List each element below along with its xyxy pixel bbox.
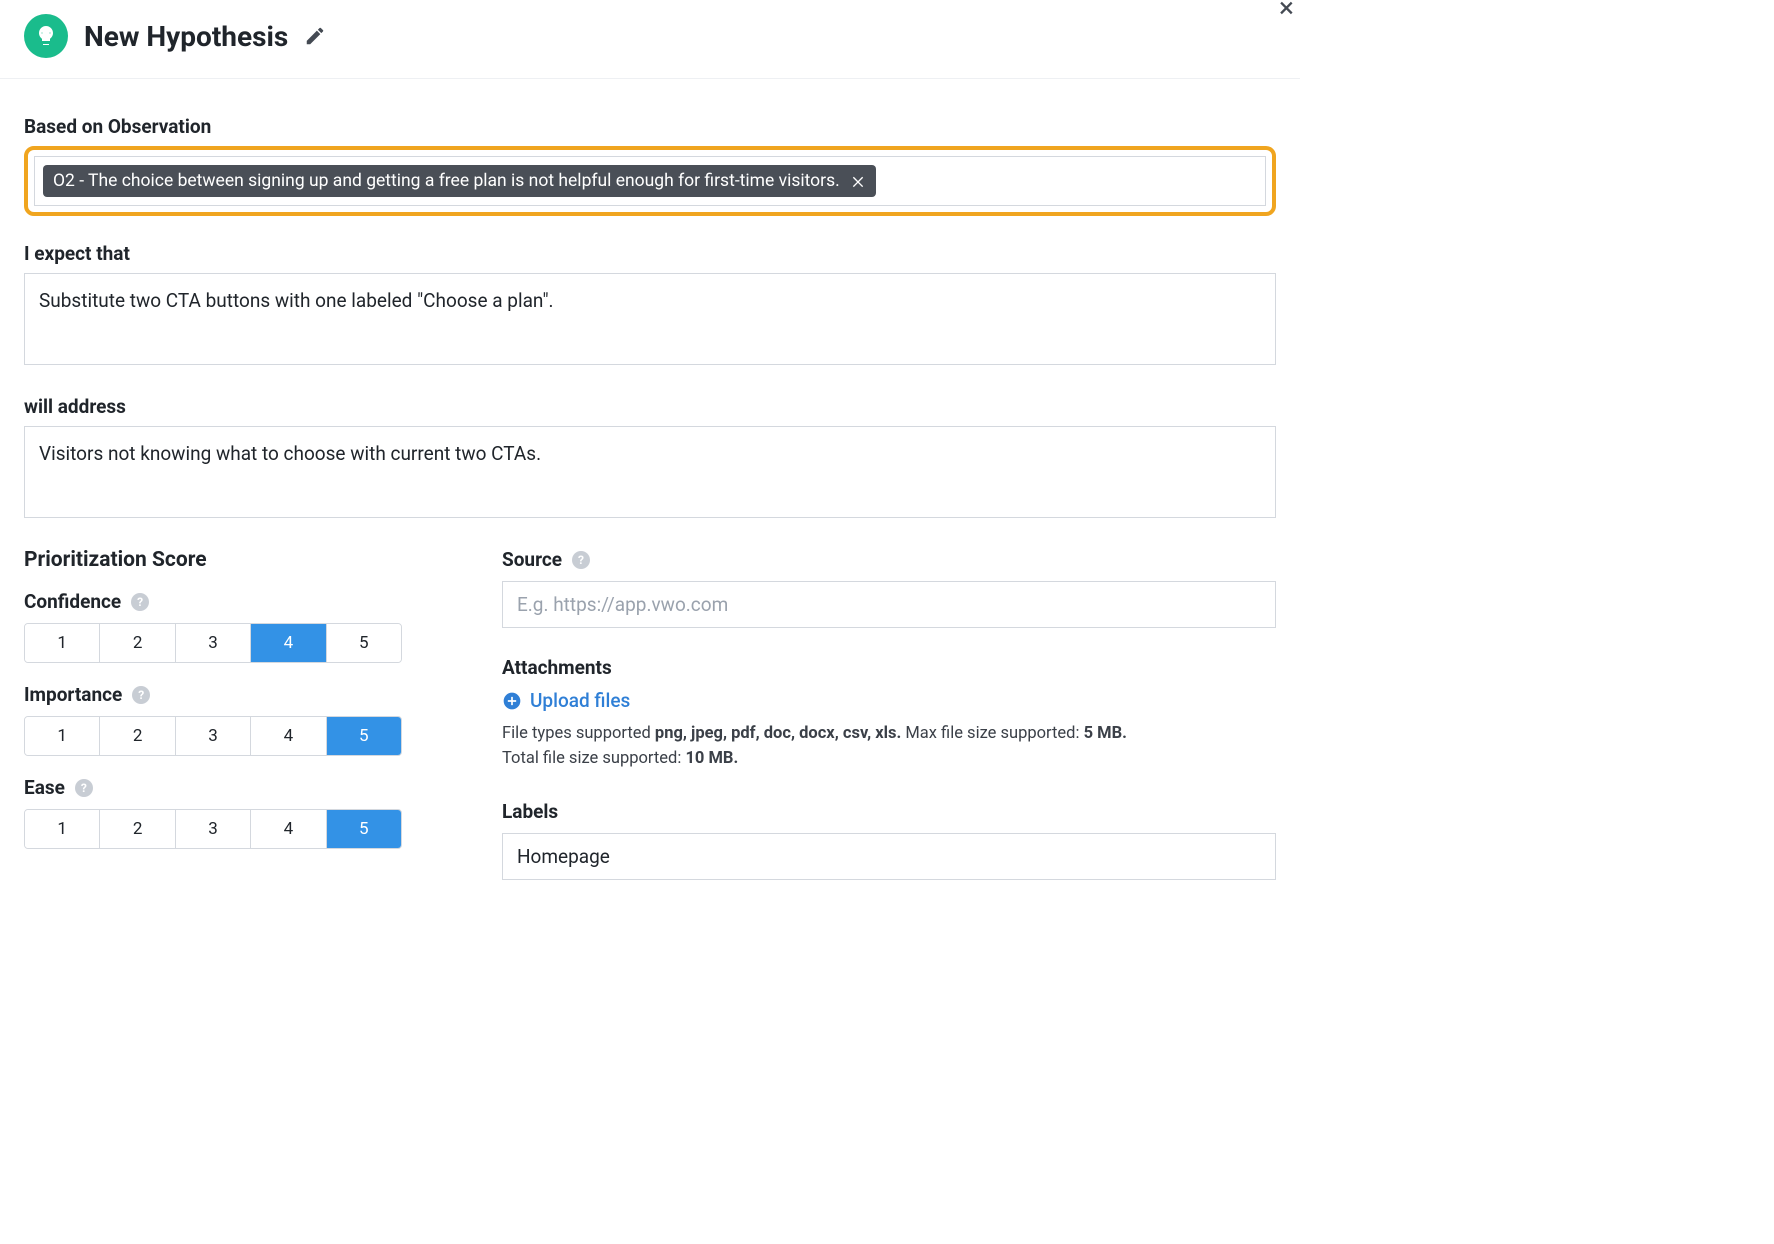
expect-input[interactable] [24,273,1276,365]
labels-block: Labels Homepage [502,800,1276,880]
ease-label: Ease [24,776,65,799]
edit-icon[interactable] [304,25,326,47]
source-input[interactable] [502,581,1276,628]
importance-option-2[interactable]: 2 [100,717,175,755]
labels-label: Labels [502,800,558,823]
importance-label: Importance [24,683,122,706]
source-label: Source [502,548,562,571]
page-title: New Hypothesis [84,20,288,53]
help-icon[interactable]: ? [131,593,149,611]
confidence-option-5[interactable]: 5 [327,624,401,662]
ease-option-2[interactable]: 2 [100,810,175,848]
plus-circle-icon [502,691,522,711]
confidence-option-4[interactable]: 4 [251,624,326,662]
importance-option-1[interactable]: 1 [25,717,100,755]
prioritization-title: Prioritization Score [24,548,422,572]
labels-input[interactable]: Homepage [502,833,1276,880]
confidence-label: Confidence [24,590,121,613]
observation-field: Based on Observation O2 - The choice bet… [24,115,1276,216]
observation-input[interactable]: O2 - The choice between signing up and g… [34,156,1266,206]
source-block: Source ? [502,548,1276,628]
page-header: New Hypothesis [0,0,1300,79]
remove-chip-icon[interactable] [850,173,866,189]
address-input[interactable] [24,426,1276,518]
observation-label: Based on Observation [24,115,1276,138]
attachments-label: Attachments [502,656,612,679]
upload-files-link[interactable]: Upload files [502,689,630,712]
confidence-option-3[interactable]: 3 [176,624,251,662]
ease-option-4[interactable]: 4 [251,810,326,848]
lightbulb-icon [24,14,68,58]
confidence-row: 12345 [24,623,402,663]
confidence-option-1[interactable]: 1 [25,624,100,662]
ease-option-3[interactable]: 3 [176,810,251,848]
confidence-option-2[interactable]: 2 [100,624,175,662]
expect-label: I expect that [24,242,1276,265]
help-icon[interactable]: ? [132,686,150,704]
importance-option-4[interactable]: 4 [251,717,326,755]
address-field: will address [24,395,1276,522]
observation-chip[interactable]: O2 - The choice between signing up and g… [43,165,876,197]
expect-field: I expect that [24,242,1276,369]
close-icon[interactable]: × [1279,0,1294,22]
prioritization-section: Prioritization Score Confidence ? 12345 … [24,548,422,908]
ease-option-1[interactable]: 1 [25,810,100,848]
importance-block: Importance ? 12345 [24,683,422,756]
address-label: will address [24,395,1276,418]
ease-row: 12345 [24,809,402,849]
importance-option-5[interactable]: 5 [327,717,401,755]
help-icon[interactable]: ? [75,779,93,797]
observation-highlight: O2 - The choice between signing up and g… [24,146,1276,216]
observation-chip-label: O2 - The choice between signing up and g… [53,171,840,191]
help-icon[interactable]: ? [572,551,590,569]
ease-block: Ease ? 12345 [24,776,422,849]
importance-option-3[interactable]: 3 [176,717,251,755]
ease-option-5[interactable]: 5 [327,810,401,848]
upload-files-label: Upload files [530,689,630,712]
confidence-block: Confidence ? 12345 [24,590,422,663]
importance-row: 12345 [24,716,402,756]
attachments-help: File types supported png, jpeg, pdf, doc… [502,722,1276,772]
attachments-block: Attachments Upload files File types supp… [502,656,1276,772]
